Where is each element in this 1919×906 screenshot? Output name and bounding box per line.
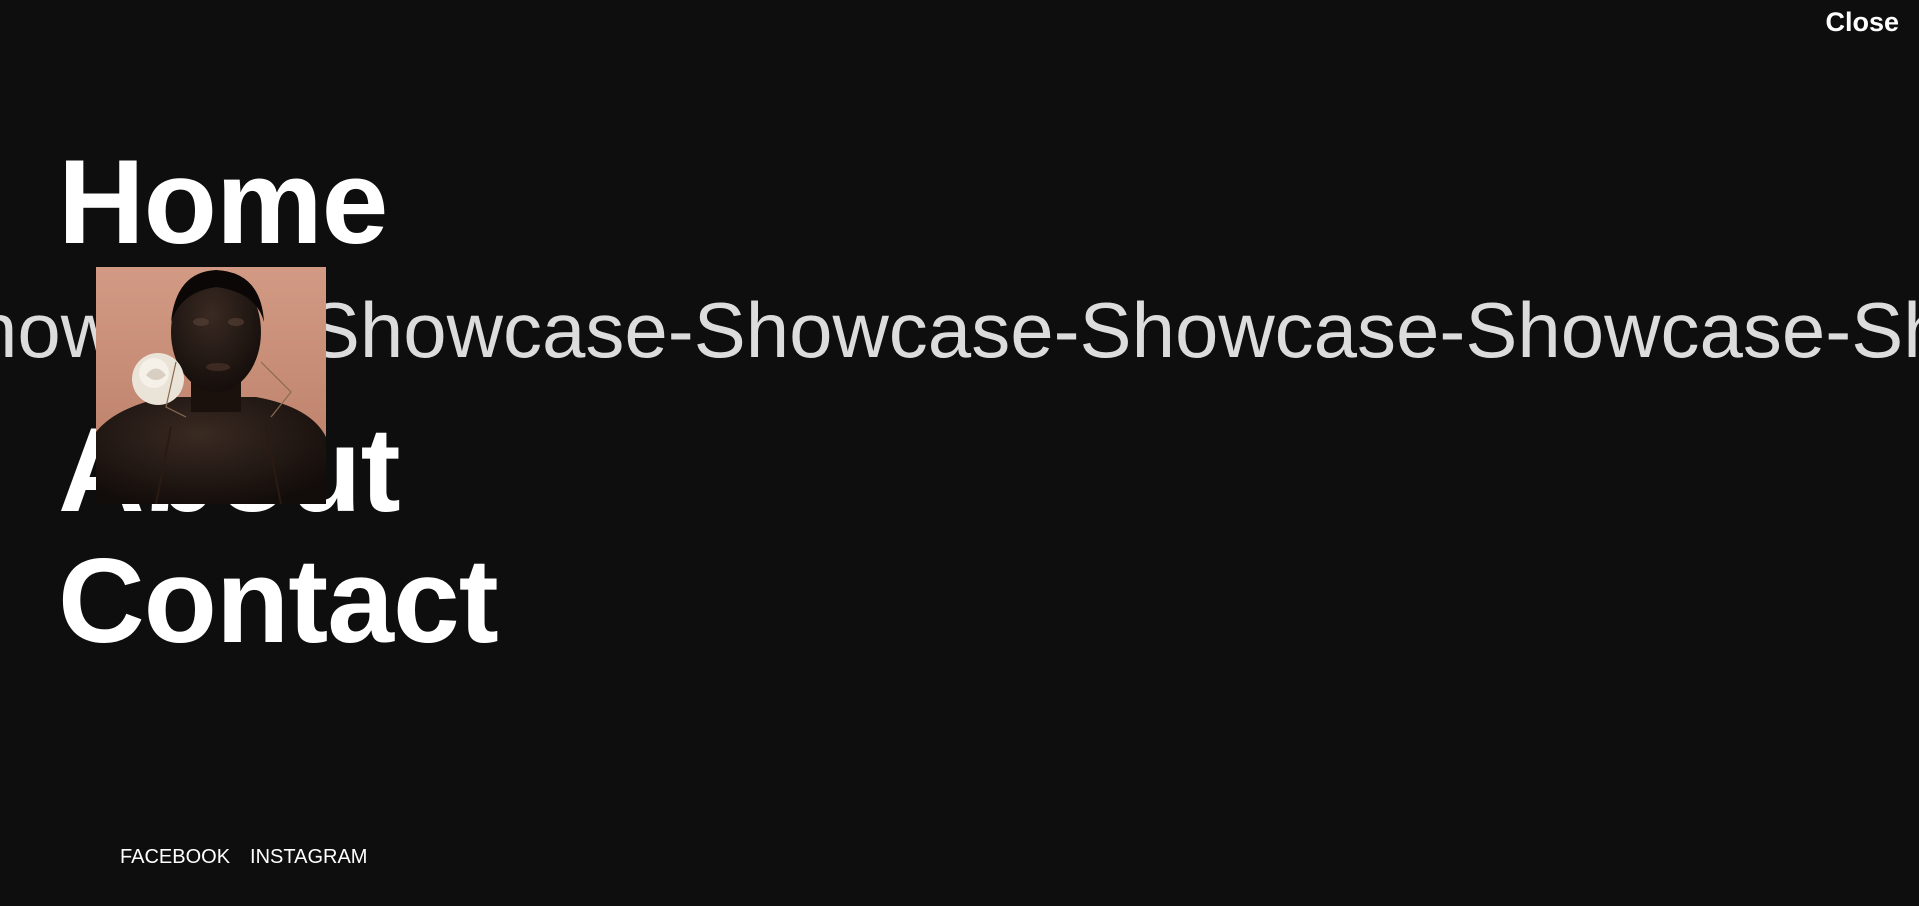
nav-item-home[interactable]: Home	[58, 142, 388, 262]
social-links: FACEBOOK INSTAGRAM	[120, 846, 367, 869]
nav-item-contact[interactable]: Contact	[58, 541, 499, 661]
facebook-link[interactable]: FACEBOOK	[120, 846, 230, 869]
instagram-link[interactable]: INSTAGRAM	[250, 846, 367, 869]
portrait-photo	[96, 267, 326, 504]
